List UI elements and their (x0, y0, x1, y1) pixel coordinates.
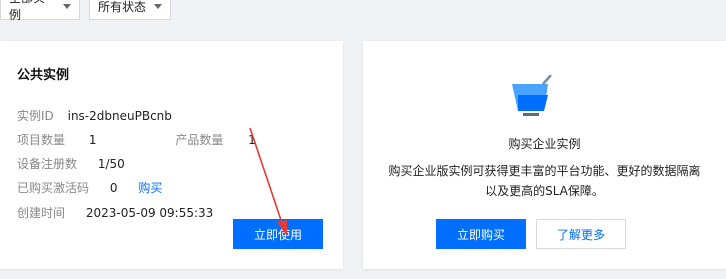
project-count-label: 项目数量 (17, 133, 66, 147)
instance-scope-value: 全部实例 (9, 0, 45, 22)
promo-title: 购买企业实例 (508, 137, 581, 151)
device-reg-label: 设备注册数 (17, 157, 78, 171)
product-count-value: 1 (248, 133, 256, 147)
shopping-cart-icon (510, 74, 556, 121)
promo-description: 购买企业版实例可获得更丰富的平台功能、更好的数据隔离以及更高的SLA保障。 (388, 164, 701, 198)
device-reg-value: 1/50 (97, 157, 125, 171)
instance-id-row: 实例ID ins-2dbneuPBcnb (17, 107, 172, 124)
device-reg-row: 设备注册数 1/50 (17, 155, 125, 172)
activation-label: 已购买激活码 (17, 181, 90, 195)
use-now-button[interactable]: 立即使用 (233, 219, 323, 249)
project-count-value: 1 (88, 133, 97, 147)
created-label: 创建时间 (17, 206, 66, 220)
status-value: 所有状态 (98, 0, 147, 14)
learn-more-button[interactable]: 了解更多 (536, 219, 626, 249)
activation-row: 已购买激活码 0 购买 (17, 179, 162, 196)
instance-scope-select[interactable]: 全部实例 (0, 0, 80, 22)
status-select[interactable]: 所有状态 (89, 0, 171, 20)
created-row: 创建时间 2023-05-09 09:55:33 (17, 204, 213, 221)
buy-now-button[interactable]: 立即购买 (436, 219, 526, 249)
card-title: 公共实例 (17, 68, 70, 83)
instance-id-label: 实例ID (17, 109, 54, 123)
activation-value: 0 (109, 181, 118, 195)
instance-id-value: ins-2dbneuPBcnb (67, 109, 172, 123)
caret-down-icon (154, 3, 162, 9)
caret-down-icon (63, 3, 71, 9)
created-value: 2023-05-09 09:55:33 (85, 206, 214, 220)
enterprise-instance-card: 购买企业实例 购买企业版实例可获得更丰富的平台功能、更好的数据隔离以及更高的SL… (363, 41, 726, 269)
buy-activation-link[interactable]: 购买 (138, 181, 162, 195)
instance-overview: 全部实例 所有状态 公共实例 实例ID ins-2dbneuPBcnb 项目数量… (0, 0, 726, 279)
project-count-row: 项目数量 1 产品数量 1 (17, 131, 256, 148)
public-instance-card: 公共实例 实例ID ins-2dbneuPBcnb 项目数量 1 产品数量 1 … (0, 41, 343, 269)
product-count-label: 产品数量 (175, 133, 224, 147)
